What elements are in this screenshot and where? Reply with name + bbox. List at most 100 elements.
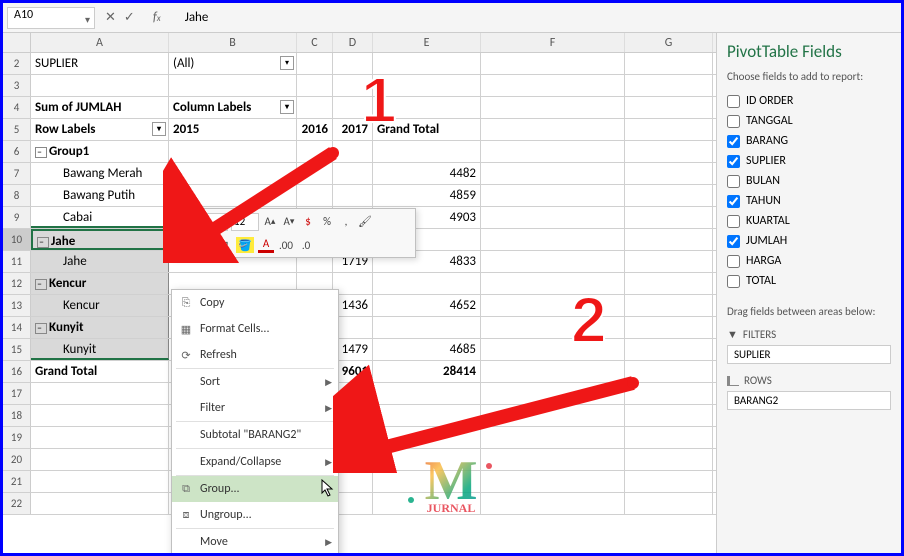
field-label: TANGGAL [746, 114, 793, 128]
col-header-e[interactable]: E [373, 33, 481, 52]
currency-icon[interactable]: $ [300, 214, 316, 230]
menu-item-move[interactable]: Move▶ [172, 529, 338, 553]
field-label: TOTAL [746, 274, 776, 288]
decrease-decimal-icon[interactable]: .00 [278, 237, 294, 253]
dropdown-icon[interactable]: ▾ [280, 56, 294, 70]
menu-item-copy[interactable]: ⎘Copy [172, 290, 338, 316]
field-checkbox[interactable] [727, 175, 740, 188]
formula-value[interactable]: Jahe [173, 10, 209, 25]
field-checkbox[interactable] [727, 275, 740, 288]
drag-label: Drag fields between areas below: [727, 305, 891, 318]
table-row: 4 Sum of JUMLAH Column Labels▾ [3, 97, 716, 119]
field-label: KUARTAL [746, 214, 790, 228]
bold-icon[interactable]: B [176, 237, 192, 253]
field-checkbox[interactable] [727, 155, 740, 168]
field-label: BULAN [746, 174, 780, 188]
menu-item-ungroup[interactable]: ⧈Ungroup... [172, 502, 338, 528]
chevron-right-icon: ▶ [325, 457, 332, 468]
mini-toolbar[interactable]: A▴ A▾ $ % , 🖌 B I ⊞ 🪣 A .00 .0 [171, 208, 416, 258]
table-row: 21 [3, 471, 716, 493]
pivot-field[interactable]: TOTAL [727, 271, 891, 291]
collapse-icon[interactable]: − [37, 237, 49, 248]
col-header-b[interactable]: B [169, 33, 297, 52]
enter-icon[interactable]: ✓ [124, 10, 135, 25]
field-checkbox[interactable] [727, 115, 740, 128]
increase-decimal-icon[interactable]: .0 [298, 237, 314, 253]
fx-icon[interactable]: fx [145, 10, 169, 25]
decrease-font-icon[interactable]: A▾ [281, 214, 297, 230]
chevron-right-icon: ▶ [325, 377, 332, 388]
name-box-value: A10 [14, 8, 33, 22]
column-headers: A B C D E F G [3, 33, 716, 53]
collapse-icon[interactable]: − [35, 323, 47, 334]
group-icon: ⧉ [178, 482, 194, 496]
field-checkbox[interactable] [727, 255, 740, 268]
italic-icon[interactable]: I [196, 237, 212, 253]
filter-area-item[interactable]: SUPLIER [727, 345, 891, 364]
pivot-field[interactable]: HARGA [727, 251, 891, 271]
context-menu: ⎘Copy ▦Format Cells... ⟳Refresh Sort▶ Fi… [171, 289, 339, 553]
field-checkbox[interactable] [727, 195, 740, 208]
field-checkbox[interactable] [727, 215, 740, 228]
font-family-input[interactable] [176, 213, 228, 231]
fill-color-icon[interactable]: 🪣 [236, 237, 254, 253]
table-row: 14 −Kunyit [3, 317, 716, 339]
format-icon: ▦ [178, 323, 194, 336]
pivot-field[interactable]: JUMLAH [727, 231, 891, 251]
menu-item-format-cells[interactable]: ▦Format Cells... [172, 316, 338, 342]
rows-icon [727, 376, 739, 386]
field-label: BARANG [746, 134, 788, 148]
field-checkbox[interactable] [727, 95, 740, 108]
pivot-field[interactable]: TAHUN [727, 191, 891, 211]
pivot-field[interactable]: ID ORDER [727, 91, 891, 111]
col-header-f[interactable]: F [481, 33, 625, 52]
refresh-icon: ⟳ [178, 349, 194, 362]
col-header-d[interactable]: D [333, 33, 373, 52]
pivot-field[interactable]: BULAN [727, 171, 891, 191]
menu-item-refresh[interactable]: ⟳Refresh [172, 342, 338, 368]
format-painter-icon[interactable]: 🖌 [357, 214, 373, 230]
field-label: JUMLAH [746, 234, 787, 248]
sheet-area: A B C D E F G 2 SUPLIER (All)▾ 3 4 Sum o… [3, 33, 716, 553]
field-checkbox[interactable] [727, 235, 740, 248]
chevron-right-icon: ▶ [325, 537, 332, 548]
table-row: 6 −Group1 [3, 141, 716, 163]
dropdown-icon[interactable]: ▾ [280, 100, 294, 114]
rows-area-item[interactable]: BARANG2 [727, 391, 891, 410]
menu-item-expand-collapse[interactable]: Expand/Collapse▶ [172, 449, 338, 475]
table-row: 17 [3, 383, 716, 405]
copy-icon: ⎘ [178, 296, 194, 310]
cell[interactable]: (All)▾ [169, 53, 297, 74]
menu-item-sort[interactable]: Sort▶ [172, 369, 338, 395]
pivot-field[interactable]: BARANG [727, 131, 891, 151]
percent-icon[interactable]: % [319, 214, 335, 230]
collapse-icon[interactable]: − [35, 147, 47, 158]
name-box[interactable]: A10 ▾ [7, 7, 95, 29]
pivot-fields-panel: PivotTable Fields Choose fields to add t… [716, 33, 901, 553]
dropdown-icon[interactable]: ▾ [152, 122, 166, 136]
menu-item-subtotal[interactable]: Subtotal "BARANG2" [172, 422, 338, 448]
collapse-icon[interactable]: − [35, 279, 47, 290]
font-color-icon[interactable]: A [258, 237, 274, 253]
cell[interactable]: SUPLIER [31, 53, 169, 74]
col-header-c[interactable]: C [297, 33, 333, 52]
increase-font-icon[interactable]: A▴ [262, 214, 278, 230]
chevron-down-icon[interactable]: ▾ [85, 13, 90, 26]
menu-item-filter[interactable]: Filter▶ [172, 395, 338, 421]
pivot-field[interactable]: SUPLIER [727, 151, 891, 171]
menu-item-group[interactable]: ⧉Group... [172, 476, 338, 502]
comma-icon[interactable]: , [338, 214, 354, 230]
row-header[interactable]: 2 [3, 53, 31, 74]
watermark-logo: M JURNAL [406, 453, 496, 543]
col-header-a[interactable]: A [31, 33, 169, 52]
pivot-field[interactable]: KUARTAL [727, 211, 891, 231]
cancel-icon[interactable]: ✕ [105, 10, 116, 25]
table-row: 3 [3, 75, 716, 97]
font-size-input[interactable] [231, 213, 259, 231]
pivot-field[interactable]: TANGGAL [727, 111, 891, 131]
field-checkbox[interactable] [727, 135, 740, 148]
select-all-corner[interactable] [3, 33, 31, 52]
table-row: 7 Bawang Merah 4482 [3, 163, 716, 185]
border-icon[interactable]: ⊞ [216, 237, 232, 253]
col-header-g[interactable]: G [625, 33, 713, 52]
